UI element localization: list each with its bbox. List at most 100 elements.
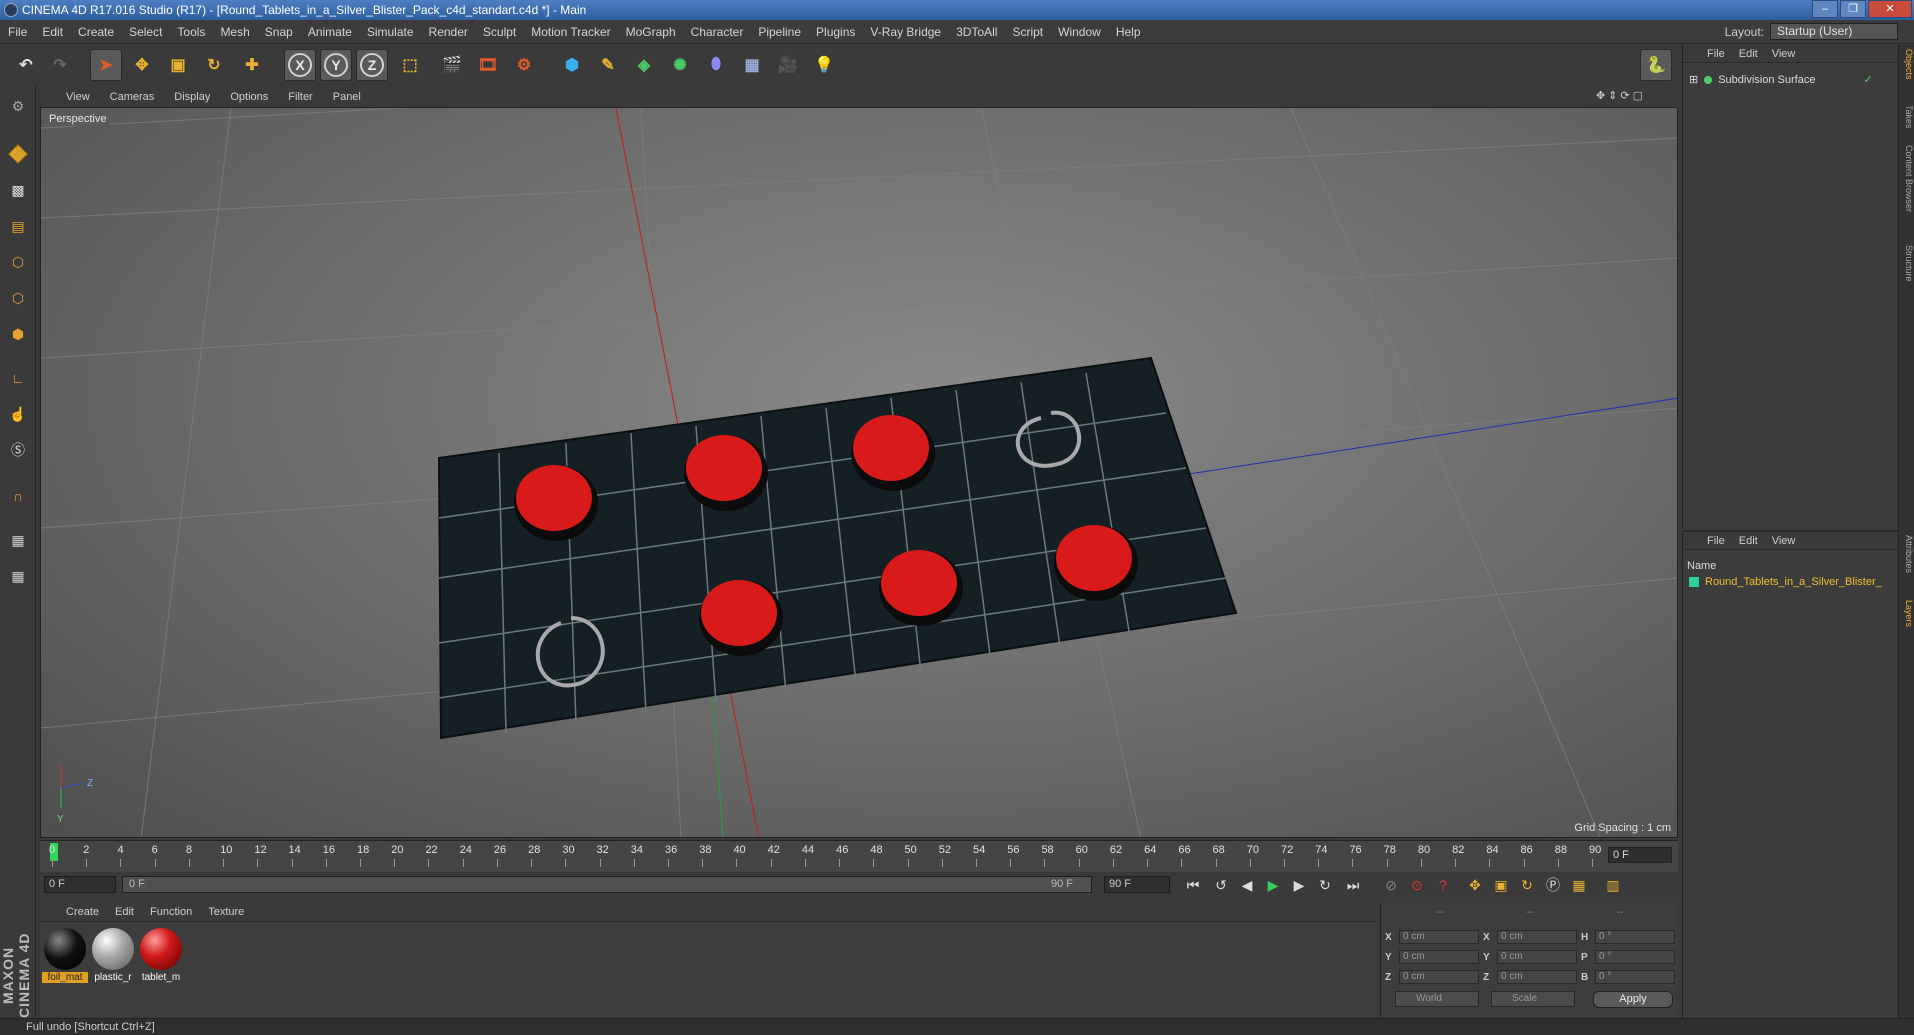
timeline-ruler[interactable]: 0 2 4 6 8 10 12 14 16 18 20 22 24 26 28 30 32 34 36 38 40 42 4…: [40, 840, 1678, 872]
size-mode-dropdown[interactable]: Scale: [1491, 991, 1575, 1007]
rotation-h-field[interactable]: 0 °: [1595, 930, 1675, 944]
menu-snap[interactable]: Snap: [265, 25, 293, 39]
maximize-button[interactable]: ❐: [1840, 0, 1866, 18]
camera-icon[interactable]: 🎥: [772, 49, 804, 81]
tab-attributes[interactable]: Attributes: [1900, 535, 1914, 573]
menu-script[interactable]: Script: [1012, 25, 1043, 39]
material-menu-create[interactable]: Create: [66, 906, 99, 918]
model-mode-icon[interactable]: [4, 140, 32, 168]
material-swatch[interactable]: tablet_m: [138, 928, 184, 983]
viewport-menu-panel[interactable]: Panel: [333, 91, 361, 103]
key-rotation-icon[interactable]: ↻: [1516, 875, 1538, 895]
render-to-picture-viewer-icon[interactable]: 🎞: [472, 49, 504, 81]
coordinate-system-icon[interactable]: ⬚: [394, 49, 426, 81]
tab-objects[interactable]: Objects: [1900, 49, 1914, 80]
key-position-icon[interactable]: ✥: [1464, 875, 1486, 895]
menu-render[interactable]: Render: [429, 25, 468, 39]
python-icon[interactable]: 🐍: [1640, 49, 1672, 81]
menu-select[interactable]: Select: [129, 25, 162, 39]
menu-pipeline[interactable]: Pipeline: [758, 25, 801, 39]
objects-menu-edit[interactable]: Edit: [1739, 48, 1758, 60]
cube-primitive-icon[interactable]: ⬢: [556, 49, 588, 81]
planar-workplane-icon[interactable]: ▦: [4, 562, 32, 590]
object-row-subdivision-surface[interactable]: ⊞ Subdivision Surface ✓: [1689, 73, 1873, 87]
snapping-icon[interactable]: Ⓢ: [4, 436, 32, 464]
axis-mode-icon[interactable]: ∟: [4, 364, 32, 392]
deformer-icon[interactable]: ⬮: [700, 49, 732, 81]
render-view-icon[interactable]: 🎬: [436, 49, 468, 81]
subdivision-surface-icon[interactable]: ◈: [628, 49, 660, 81]
menu-file[interactable]: File: [8, 25, 27, 39]
menu-create[interactable]: Create: [78, 25, 114, 39]
position-z-field[interactable]: 0 cm: [1399, 970, 1479, 984]
position-y-field[interactable]: 0 cm: [1399, 950, 1479, 964]
menu-animate[interactable]: Animate: [308, 25, 352, 39]
size-z-field[interactable]: 0 cm: [1497, 970, 1577, 984]
go-to-end-icon[interactable]: ⏭: [1342, 875, 1364, 895]
viewport-menu-filter[interactable]: Filter: [288, 91, 312, 103]
menu-character[interactable]: Character: [691, 25, 744, 39]
tab-layers[interactable]: Layers: [1900, 600, 1914, 627]
points-mode-icon[interactable]: ⬡: [4, 248, 32, 276]
layer-row[interactable]: Round_Tablets_in_a_Silver_Blister_: [1689, 576, 1882, 588]
menu-plugins[interactable]: Plugins: [816, 25, 855, 39]
objects-menu-file[interactable]: File: [1707, 48, 1725, 60]
material-menu-edit[interactable]: Edit: [115, 906, 134, 918]
start-frame-field[interactable]: 0 F: [44, 876, 116, 893]
viewport-menu-display[interactable]: Display: [174, 91, 210, 103]
layers-menu-file[interactable]: File: [1707, 535, 1725, 547]
menu-sculpt[interactable]: Sculpt: [483, 25, 516, 39]
menu-tools[interactable]: Tools: [177, 25, 205, 39]
texture-mode-icon[interactable]: ▩: [4, 176, 32, 204]
viewport-menu-cameras[interactable]: Cameras: [110, 91, 155, 103]
transform-icon[interactable]: ✚: [236, 49, 268, 81]
rotation-b-field[interactable]: 0 °: [1595, 970, 1675, 984]
pen-spline-icon[interactable]: ✎: [592, 49, 624, 81]
render-settings-icon[interactable]: ⚙: [508, 49, 540, 81]
menu-3dtoall[interactable]: 3DToAll: [956, 25, 997, 39]
close-button[interactable]: ✕: [1868, 0, 1912, 18]
key-point-level-icon[interactable]: ▦: [1568, 875, 1590, 895]
menu-help[interactable]: Help: [1116, 25, 1141, 39]
keyframe-selection-icon[interactable]: ?: [1432, 875, 1454, 895]
key-scale-icon[interactable]: ▣: [1490, 875, 1512, 895]
go-to-start-icon[interactable]: ⏮: [1182, 875, 1204, 895]
magnet-icon[interactable]: ∩: [4, 482, 32, 510]
expand-icon[interactable]: ⊞: [1689, 73, 1698, 86]
record-active-objects-icon[interactable]: ⊘: [1380, 875, 1402, 895]
light-icon[interactable]: 💡: [808, 49, 840, 81]
play-forward-icon[interactable]: ▶: [1262, 875, 1284, 895]
z-axis-lock-icon[interactable]: Z: [356, 49, 388, 81]
menu-mograph[interactable]: MoGraph: [626, 25, 676, 39]
size-x-field[interactable]: 0 cm: [1497, 930, 1577, 944]
tab-structure[interactable]: Structure: [1900, 245, 1914, 282]
menu-mesh[interactable]: Mesh: [220, 25, 249, 39]
menu-simulate[interactable]: Simulate: [367, 25, 414, 39]
rotate-icon[interactable]: ↻: [198, 49, 230, 81]
tab-content-browser[interactable]: Content Browser: [1900, 145, 1914, 212]
objects-menu-view[interactable]: View: [1772, 48, 1796, 60]
perspective-viewport[interactable]: Z Y Perspective Grid Spacing : 1 cm: [40, 107, 1678, 838]
viewport-menu-options[interactable]: Options: [230, 91, 268, 103]
autokeying-icon[interactable]: ⊙: [1406, 875, 1428, 895]
menu-vray-bridge[interactable]: V-Ray Bridge: [870, 25, 941, 39]
menu-window[interactable]: Window: [1058, 25, 1101, 39]
frame-range-slider[interactable]: 0 F 90 F: [122, 876, 1092, 893]
visibility-check-icon[interactable]: ✓: [1863, 73, 1872, 86]
scale-icon[interactable]: ▣: [162, 49, 194, 81]
next-frame-icon[interactable]: ▶: [1288, 875, 1310, 895]
minimize-button[interactable]: –: [1812, 0, 1838, 18]
viewport-navigation-icons[interactable]: ✥⇕⟳▢: [1596, 89, 1646, 102]
x-axis-lock-icon[interactable]: X: [284, 49, 316, 81]
material-swatch[interactable]: foil_mat: [42, 928, 88, 983]
material-menu-texture[interactable]: Texture: [208, 906, 244, 918]
end-frame-field[interactable]: 90 F: [1104, 876, 1170, 893]
polygons-mode-icon[interactable]: ⬢: [4, 320, 32, 348]
menu-motion-tracker[interactable]: Motion Tracker: [531, 25, 610, 39]
rotation-p-field[interactable]: 0 °: [1595, 950, 1675, 964]
previous-frame-icon[interactable]: ◀: [1236, 875, 1258, 895]
redo-icon[interactable]: ↷: [44, 49, 76, 81]
layers-menu-edit[interactable]: Edit: [1739, 535, 1758, 547]
array-icon[interactable]: ✺: [664, 49, 696, 81]
y-axis-lock-icon[interactable]: Y: [320, 49, 352, 81]
